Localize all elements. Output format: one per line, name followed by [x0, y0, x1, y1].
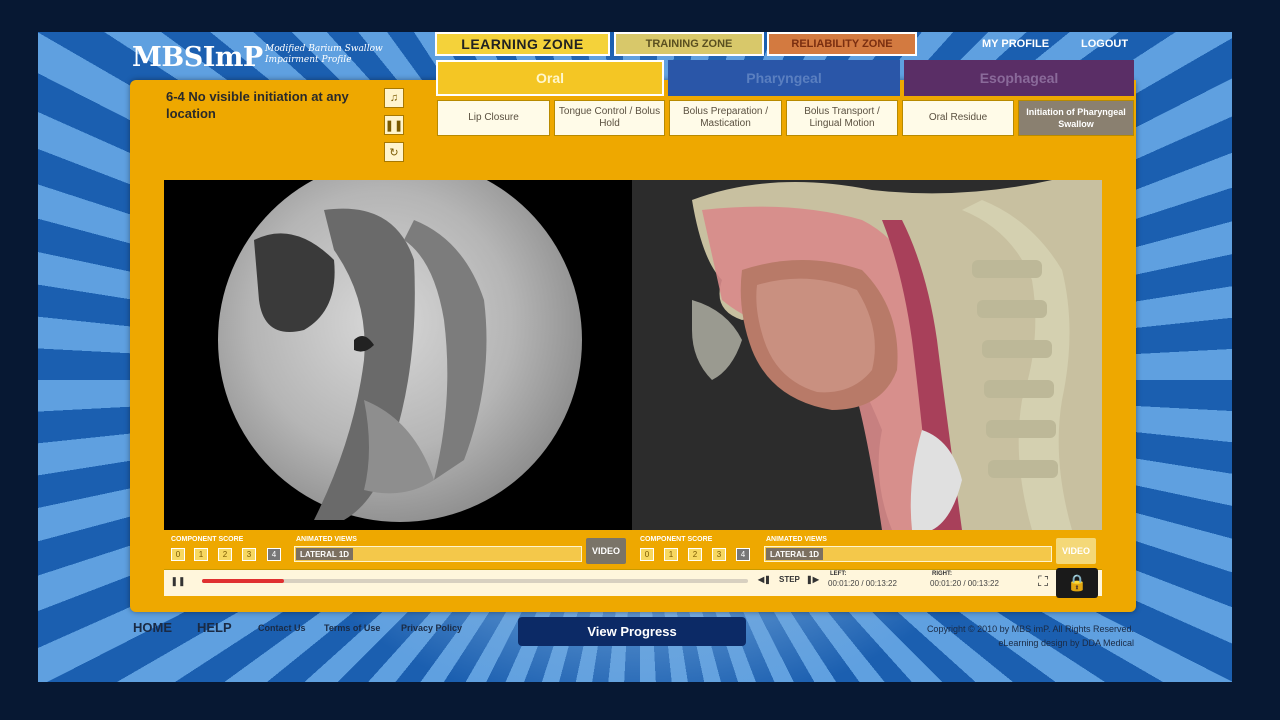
app-logo: MBSImP	[132, 42, 263, 73]
view-progress-button[interactable]: View Progress	[518, 617, 746, 646]
pause-icon[interactable]: ❚❚	[384, 115, 404, 135]
tab-oral[interactable]: Oral	[436, 60, 664, 96]
logout-link[interactable]: LOGOUT	[1081, 38, 1128, 50]
component-tab-bolus-transport[interactable]: Bolus Transport / Lingual Motion	[786, 100, 898, 136]
replay-icon[interactable]: ↻	[384, 142, 404, 162]
lesson-title-box: 6-4 No visible initiation at any locatio…	[140, 84, 380, 164]
tab-training-zone[interactable]: TRAINING ZONE	[614, 32, 764, 56]
tab-learning-zone[interactable]: LEARNING ZONE	[435, 32, 610, 56]
left-score-2[interactable]: 2	[218, 548, 232, 561]
right-time-value: 00:01:20 / 00:13:22	[930, 579, 999, 588]
seek-track[interactable]	[202, 579, 748, 583]
step-forward-icon[interactable]: ❚▶	[806, 575, 819, 584]
step-back-icon[interactable]: ◀❚	[758, 575, 771, 584]
right-score-4[interactable]: 4	[736, 548, 750, 561]
tab-esophageal[interactable]: Esophageal	[904, 60, 1134, 96]
lesson-title: 6-4 No visible initiation at any locatio…	[166, 89, 349, 121]
right-views-label: ANIMATED VIEWS	[766, 536, 827, 543]
step-label: STEP	[779, 575, 800, 584]
tab-pharyngeal[interactable]: Pharyngeal	[668, 60, 900, 96]
right-video-button[interactable]: VIDEO	[1056, 538, 1096, 564]
right-score-0[interactable]: 0	[640, 548, 654, 561]
screen-frame-bottom	[0, 682, 1280, 720]
left-time-value: 00:01:20 / 00:13:22	[828, 579, 897, 588]
right-score-1[interactable]: 1	[664, 548, 678, 561]
anatomy-animation[interactable]	[632, 180, 1102, 530]
lock-icon[interactable]: 🔒	[1056, 568, 1098, 598]
play-pause-icon[interactable]: ❚❚	[170, 574, 186, 588]
right-view-lateral[interactable]: LATERAL 1D	[766, 548, 824, 560]
left-time-label: LEFT:	[830, 571, 847, 577]
component-tab-initiation[interactable]: Initiation of Pharyngeal Swallow	[1018, 100, 1134, 136]
copyright-text: Copyright © 2010 by MBS imP. All Rights …	[926, 624, 1134, 634]
speaker-icon[interactable]: ♫	[384, 88, 404, 108]
terms-link[interactable]: Terms of Use	[324, 623, 380, 633]
left-video-button[interactable]: VIDEO	[586, 538, 626, 564]
screen-frame-top	[0, 0, 1280, 32]
help-link[interactable]: HELP	[197, 620, 232, 635]
component-tab-tongue-control[interactable]: Tongue Control / Bolus Hold	[554, 100, 665, 136]
left-score-3[interactable]: 3	[242, 548, 256, 561]
right-time-label: RIGHT:	[932, 571, 952, 577]
left-view-lateral[interactable]: LATERAL 1D	[296, 548, 354, 560]
right-score-2[interactable]: 2	[688, 548, 702, 561]
left-score-label: COMPONENT SCORE	[171, 536, 244, 543]
right-score-3[interactable]: 3	[712, 548, 726, 561]
anatomy-cross-section-image	[632, 180, 1102, 530]
seek-progress	[202, 579, 284, 583]
xray-fluoroscopy-image	[218, 180, 582, 522]
fullscreen-icon[interactable]: ⛶	[1034, 572, 1052, 590]
xray-video[interactable]	[164, 180, 632, 530]
copyright-block: Copyright © 2010 by MBS imP. All Rights …	[860, 622, 1134, 650]
privacy-link[interactable]: Privacy Policy	[401, 623, 462, 633]
left-score-1[interactable]: 1	[194, 548, 208, 561]
component-tab-bolus-preparation[interactable]: Bolus Preparation / Mastication	[669, 100, 782, 136]
design-credit: eLearning design by DDA Medical	[998, 638, 1134, 648]
screen-frame-left	[0, 0, 38, 720]
tab-reliability-zone[interactable]: RELIABILITY ZONE	[767, 32, 917, 56]
left-score-4[interactable]: 4	[267, 548, 281, 561]
screen-frame-right	[1232, 0, 1280, 720]
component-tab-lip-closure[interactable]: Lip Closure	[437, 100, 550, 136]
left-views-label: ANIMATED VIEWS	[296, 536, 357, 543]
my-profile-link[interactable]: MY PROFILE	[982, 38, 1049, 50]
app-logo-subtitle: Modified Barium Swallow Impairment Profi…	[265, 44, 383, 65]
left-score-0[interactable]: 0	[171, 548, 185, 561]
contact-link[interactable]: Contact Us	[258, 623, 306, 633]
home-link[interactable]: HOME	[133, 620, 172, 635]
component-tab-oral-residue[interactable]: Oral Residue	[902, 100, 1014, 136]
right-score-label: COMPONENT SCORE	[640, 536, 713, 543]
